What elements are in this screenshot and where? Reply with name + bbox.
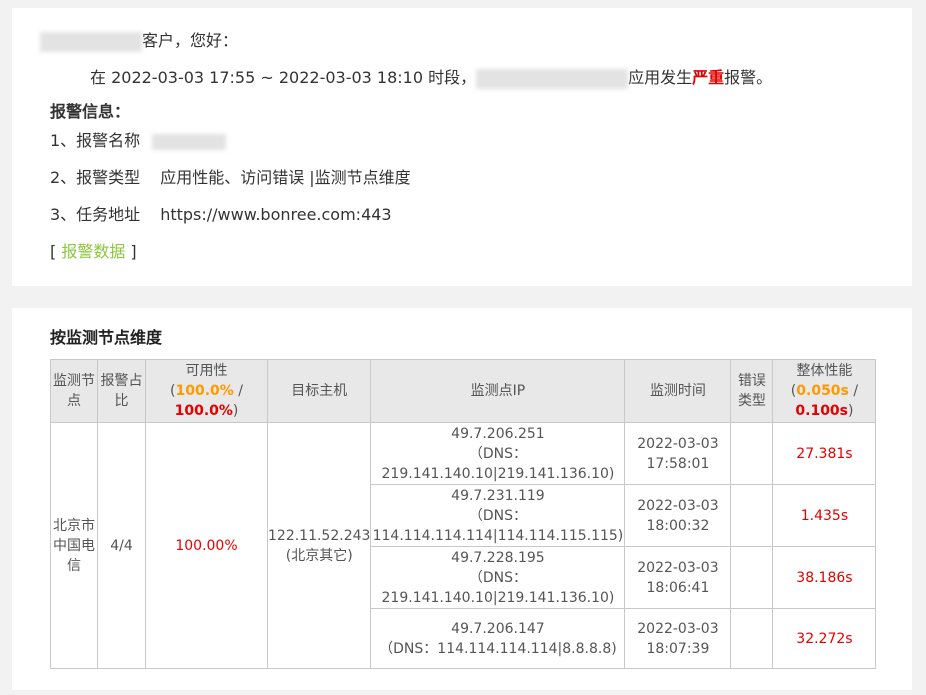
monitor-ip: 49.7.231.119: [451, 487, 545, 504]
avail-threshold-critical: 100.0%: [174, 403, 233, 419]
monitor-date: 2022-03-03: [637, 559, 719, 576]
alert-type-label: 2、报警类型: [50, 168, 141, 187]
header-availability-threshold-2: 100.0%): [174, 403, 239, 419]
task-address-label: 3、任务地址: [50, 205, 141, 224]
alert-type-line: 2、报警类型 应用性能、访问错误 |监测节点维度: [50, 167, 411, 189]
monitor-time: 18:07:39: [646, 640, 710, 657]
performance-cell: 27.381s: [772, 422, 877, 485]
header-error-type: 错误类型: [730, 359, 774, 423]
header-host: 目标主机: [266, 359, 372, 423]
header-availability-title: 可用性: [185, 363, 228, 379]
ip-cell: 49.7.206.251 （DNS： 219.141.140.10|219.14…: [370, 422, 626, 485]
error-type-cell: [730, 484, 774, 547]
bracket-open: [: [50, 242, 62, 261]
alert-suffix-text: 报警。: [724, 68, 773, 87]
header-ip: 监测点IP: [370, 359, 626, 423]
alert-name-label: 1、报警名称: [50, 131, 141, 150]
monitor-date: 2022-03-03: [637, 435, 719, 452]
host-cell: 122.11.52.243 (北京其它): [266, 422, 372, 669]
monitor-date: 2022-03-03: [637, 620, 719, 637]
bracket-close: ]: [125, 242, 137, 261]
ip-cell: 49.7.231.119 （DNS： 114.114.114.114|114.1…: [370, 484, 626, 547]
perf-threshold-warning: 0.050s: [796, 383, 849, 399]
monitor-time: 17:58:01: [646, 455, 710, 472]
task-address-value: https://www.bonree.com:443: [160, 205, 392, 224]
header-performance-threshold: (0.050s /: [790, 383, 859, 399]
dns-servers: 114.114.114.114|114.114.115.115): [372, 527, 624, 544]
alert-summary-card: 客户，您好： 在 2022-03-03 17:55 ~ 2022-03-03 1…: [12, 8, 912, 286]
performance-cell: 38.186s: [772, 546, 877, 609]
section-title: 按监测节点维度: [50, 328, 163, 347]
header-availability-threshold: (100.0% /: [170, 383, 243, 399]
perf-threshold-separator: /: [848, 383, 859, 399]
node-dimension-card: 按监测节点维度 监测节点 报警占比 可用性 (100.0% / 100.0%) …: [12, 308, 912, 690]
header-performance-threshold-2: 0.100s): [795, 403, 854, 419]
header-time: 监测时间: [624, 359, 732, 423]
header-ratio: 报警占比: [97, 359, 146, 423]
monitor-ip: 49.7.206.147: [451, 620, 545, 637]
avail-threshold-warning: 100.0%: [175, 383, 234, 399]
error-type-cell: [730, 422, 774, 485]
monitor-date: 2022-03-03: [637, 497, 719, 514]
error-type-cell: [730, 608, 774, 669]
availability-cell: 100.00%: [145, 422, 268, 669]
severity-label: 严重: [692, 68, 725, 87]
greeting-line: 客户，您好：: [40, 30, 238, 52]
performance-cell: 32.272s: [772, 608, 877, 669]
header-availability: 可用性 (100.0% / 100.0%): [145, 359, 268, 423]
perf-threshold-critical: 0.100s: [795, 403, 849, 419]
alert-data-table: 监测节点 报警占比 可用性 (100.0% / 100.0%) 目标主机 监测点…: [50, 359, 877, 669]
monitor-ip: 49.7.228.195: [451, 549, 545, 566]
alert-type-value: 应用性能、访问错误 |监测节点维度: [160, 168, 411, 187]
time-cell: 2022-03-03 18:07:39: [624, 608, 732, 669]
alert-info-heading: 报警信息：: [50, 102, 131, 121]
dns-servers: 219.141.140.10|219.141.136.10): [381, 589, 615, 606]
host-name: (北京其它): [285, 547, 353, 564]
error-type-cell: [730, 546, 774, 609]
table-header-row: 监测节点 报警占比 可用性 (100.0% / 100.0%) 目标主机 监测点…: [50, 359, 877, 423]
header-performance-title: 整体性能: [796, 363, 853, 379]
alert-period-text: 在 2022-03-03 17:55 ~ 2022-03-03 18:10 时段…: [90, 68, 477, 87]
alert-name-line: 1、报警名称: [50, 130, 227, 152]
redacted-alert-name: [152, 133, 227, 150]
dns-servers: （DNS：114.114.114.114|8.8.8.8): [379, 640, 617, 657]
ip-cell: 49.7.228.195 （DNS： 219.141.140.10|219.14…: [370, 546, 626, 609]
alert-mid-text: 应用发生: [628, 68, 693, 87]
performance-cell: 1.435s: [772, 484, 877, 547]
dns-open: （DNS：: [468, 507, 527, 524]
alert-data-link-line: [ 报警数据 ]: [50, 241, 137, 263]
monitor-ip: 49.7.206.251: [451, 425, 545, 442]
dns-open: （DNS：: [468, 569, 527, 586]
node-cell: 北京市中国电信: [50, 422, 98, 669]
header-performance: 整体性能 (0.050s / 0.100s): [772, 359, 877, 423]
header-node: 监测节点: [50, 359, 98, 423]
dns-servers: 219.141.140.10|219.141.136.10): [381, 465, 615, 482]
time-cell: 2022-03-03 17:58:01: [624, 422, 732, 485]
redacted-app-name: [476, 68, 629, 89]
monitor-time: 18:00:32: [646, 517, 710, 534]
host-ip: 122.11.52.243: [268, 527, 371, 544]
ratio-cell: 4/4: [97, 422, 146, 669]
greeting-text: 客户，您好：: [142, 31, 239, 50]
table-row: 北京市中国电信 4/4 100.00% 122.11.52.243 (北京其它)…: [50, 422, 877, 669]
alert-data-link[interactable]: 报警数据: [61, 242, 125, 261]
ip-cell: 49.7.206.147 （DNS：114.114.114.114|8.8.8.…: [370, 608, 626, 669]
redacted-customer-name: [40, 31, 142, 52]
monitor-time: 18:06:41: [646, 579, 710, 596]
time-cell: 2022-03-03 18:06:41: [624, 546, 732, 609]
alert-period-line: 在 2022-03-03 17:55 ~ 2022-03-03 18:10 时段…: [90, 67, 772, 89]
time-cell: 2022-03-03 18:00:32: [624, 484, 732, 547]
dns-open: （DNS：: [468, 445, 527, 462]
avail-threshold-separator: /: [233, 383, 243, 399]
task-address-line: 3、任务地址 https://www.bonree.com:443: [50, 204, 392, 226]
